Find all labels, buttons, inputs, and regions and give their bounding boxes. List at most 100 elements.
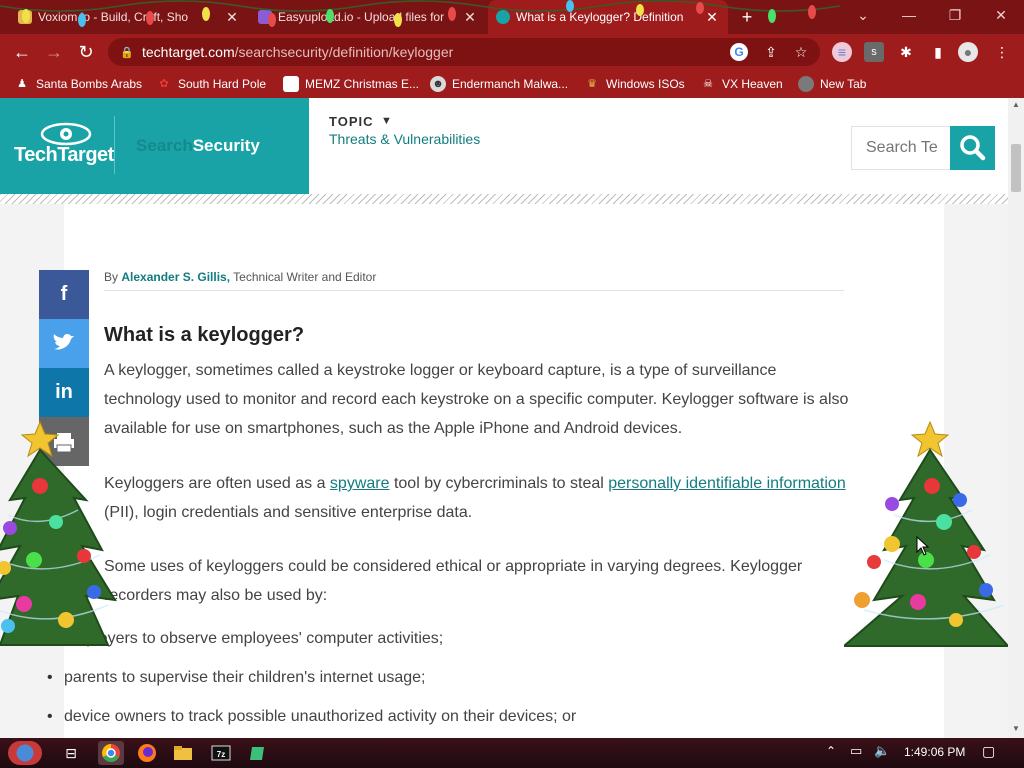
- url-domain: techtarget.com: [142, 44, 235, 60]
- svg-text:7z: 7z: [217, 750, 225, 759]
- extension-s-icon[interactable]: s: [864, 42, 884, 62]
- tab-easyupload[interactable]: Easyupload.io - Upload files for ✕: [250, 0, 486, 34]
- voxiom-favicon-icon: [18, 10, 32, 24]
- notifications-icon[interactable]: ▢: [982, 743, 995, 760]
- scroll-down-arrow-icon[interactable]: ▼: [1008, 722, 1024, 736]
- spyware-link[interactable]: spyware: [330, 475, 390, 492]
- address-bar[interactable]: 🔒 techtarget.com/searchsecurity/definiti…: [108, 38, 820, 66]
- tab-voxiom[interactable]: Voxiom.io - Build, Craft, Sho ✕: [10, 0, 248, 34]
- bookmark-label: Windows ISOs: [606, 77, 685, 91]
- bookmarks-bar: ♟ Santa Bombs Arabs ✿ South Hard Pole MEMZ…: [0, 70, 1024, 98]
- lock-icon: 🔒: [120, 46, 134, 59]
- volume-icon[interactable]: 🔈: [874, 743, 890, 759]
- eye-logo-icon: [40, 122, 92, 146]
- christmas-tree-left-decoration: [0, 420, 117, 646]
- extension-flag-icon[interactable]: ≡: [832, 42, 852, 62]
- maximize-button[interactable]: ❐: [932, 0, 978, 34]
- site-search-button[interactable]: [950, 126, 995, 170]
- person-icon: ♟: [17, 78, 27, 90]
- site-name[interactable]: SearchSecurity: [136, 136, 260, 156]
- bookmark-windows-isos[interactable]: ♛ Windows ISOs: [584, 70, 685, 98]
- google-lens-icon[interactable]: G: [730, 43, 748, 61]
- 7zip-icon: 7z: [211, 745, 231, 761]
- topic-label[interactable]: TOPIC: [329, 114, 374, 129]
- byline-prefix: By: [104, 270, 122, 284]
- pii-link[interactable]: personally identifiable information: [608, 475, 845, 492]
- cat-face-icon: ☻: [430, 76, 446, 92]
- bookmark-memz[interactable]: MEMZ Christmas E...: [283, 70, 419, 98]
- show-hidden-icons-icon[interactable]: ⌃: [826, 744, 836, 758]
- forward-button[interactable]: →: [42, 40, 66, 64]
- linkedin-share-button[interactable]: in: [39, 368, 89, 417]
- network-icon[interactable]: ▭: [850, 743, 862, 759]
- back-button[interactable]: ←: [10, 40, 34, 64]
- twitter-bird-icon: [53, 333, 74, 350]
- bookmark-label: New Tab: [820, 77, 867, 91]
- close-icon[interactable]: ✕: [462, 9, 478, 26]
- bookmark-label: Endermanch Malwa...: [452, 77, 569, 91]
- tab-strip: Voxiom.io - Build, Craft, Sho ✕ Easyuplo…: [0, 0, 1024, 34]
- mouse-cursor-icon: [916, 536, 930, 556]
- facebook-share-button[interactable]: f: [39, 270, 89, 319]
- bookmark-south-hard-pole[interactable]: ✿ South Hard Pole: [156, 70, 266, 98]
- start-button[interactable]: [8, 741, 42, 765]
- minimize-button[interactable]: —: [886, 0, 932, 34]
- site-header: TechTarget SearchSecurity TOPIC ▼ Threat…: [0, 98, 1008, 194]
- url-path: /searchsecurity/definition/keylogger: [234, 44, 454, 60]
- windows-taskbar: ⊟ 7z ⌃ ▭ 🔈 1:49:06 PM ▢: [0, 738, 1024, 768]
- 7zip-taskbar-button[interactable]: 7z: [208, 741, 234, 765]
- close-window-button[interactable]: ✕: [978, 0, 1024, 34]
- article-title: What is a keylogger?: [104, 324, 305, 346]
- close-icon[interactable]: ✕: [704, 9, 720, 26]
- tab-keylogger[interactable]: What is a Keylogger? Definition ✕: [488, 0, 728, 34]
- reload-button[interactable]: ↻: [74, 40, 98, 64]
- task-view-icon[interactable]: ⊟: [58, 741, 84, 765]
- bookmark-label: MEMZ Christmas E...: [305, 77, 420, 91]
- close-icon[interactable]: ✕: [224, 9, 240, 26]
- app-taskbar-button[interactable]: [244, 741, 270, 765]
- bookmark-new-tab[interactable]: New Tab: [798, 70, 866, 98]
- list-item: parents to supervise their children's in…: [47, 669, 426, 687]
- skull-icon: ☠: [703, 78, 713, 90]
- scrollbar-thumb[interactable]: [1011, 144, 1021, 192]
- clock[interactable]: 1:49:06 PM: [904, 745, 965, 759]
- techtarget-logo[interactable]: TechTarget: [14, 120, 114, 170]
- techtarget-favicon-icon: [496, 10, 510, 24]
- menu-kebab-icon[interactable]: ⋮: [992, 42, 1012, 62]
- tab-title: Voxiom.io - Build, Craft, Sho: [38, 10, 189, 24]
- paragraph-text: Keyloggers are often used as a: [104, 475, 330, 492]
- author-link[interactable]: Alexander S. Gillis,: [121, 270, 230, 284]
- profile-avatar-icon[interactable]: ●: [958, 42, 978, 62]
- site-name-part2: Security: [192, 136, 260, 155]
- red-flower-icon: ✿: [159, 78, 169, 90]
- site-name-part1: Search: [136, 136, 193, 155]
- list-item: device owners to track possible unauthor…: [47, 708, 576, 726]
- folder-icon: [174, 746, 192, 760]
- page-scrollbar[interactable]: ▲ ▼: [1008, 98, 1024, 738]
- topic-dropdown-icon[interactable]: ▼: [381, 115, 392, 127]
- byline-divider: [104, 290, 844, 291]
- scroll-up-arrow-icon[interactable]: ▲: [1008, 98, 1024, 112]
- chrome-taskbar-button[interactable]: [98, 741, 124, 765]
- bookmark-santa-bombs[interactable]: ♟ Santa Bombs Arabs: [14, 70, 142, 98]
- extensions-puzzle-icon[interactable]: ✱: [896, 42, 916, 62]
- share-icon[interactable]: ⇪: [762, 43, 780, 61]
- bookmark-vx-heaven[interactable]: ☠ VX Heaven: [700, 70, 783, 98]
- tab-search-icon[interactable]: ⌄: [840, 0, 886, 34]
- twitter-share-button[interactable]: [39, 319, 89, 368]
- new-tab-button[interactable]: +: [736, 6, 758, 28]
- chrome-icon: [102, 744, 120, 762]
- side-panel-icon[interactable]: ▮: [928, 42, 948, 62]
- brand-block[interactable]: TechTarget SearchSecurity: [0, 98, 309, 194]
- bookmark-star-icon[interactable]: ☆: [792, 43, 810, 61]
- bookmark-endermanch[interactable]: ☻ Endermanch Malwa...: [430, 70, 568, 98]
- paragraph-text: (PII), login credentials and sensitive e…: [104, 504, 473, 521]
- file-explorer-taskbar-button[interactable]: [170, 741, 196, 765]
- logo-text: TechTarget: [14, 144, 114, 166]
- site-search-input[interactable]: [851, 126, 951, 170]
- firefox-taskbar-button[interactable]: [134, 741, 160, 765]
- tab-title: What is a Keylogger? Definition: [516, 10, 684, 24]
- firefox-icon: [138, 744, 156, 762]
- topic-link[interactable]: Threats & Vulnerabilities: [329, 131, 480, 147]
- byline: By Alexander S. Gillis, Technical Writer…: [104, 270, 376, 284]
